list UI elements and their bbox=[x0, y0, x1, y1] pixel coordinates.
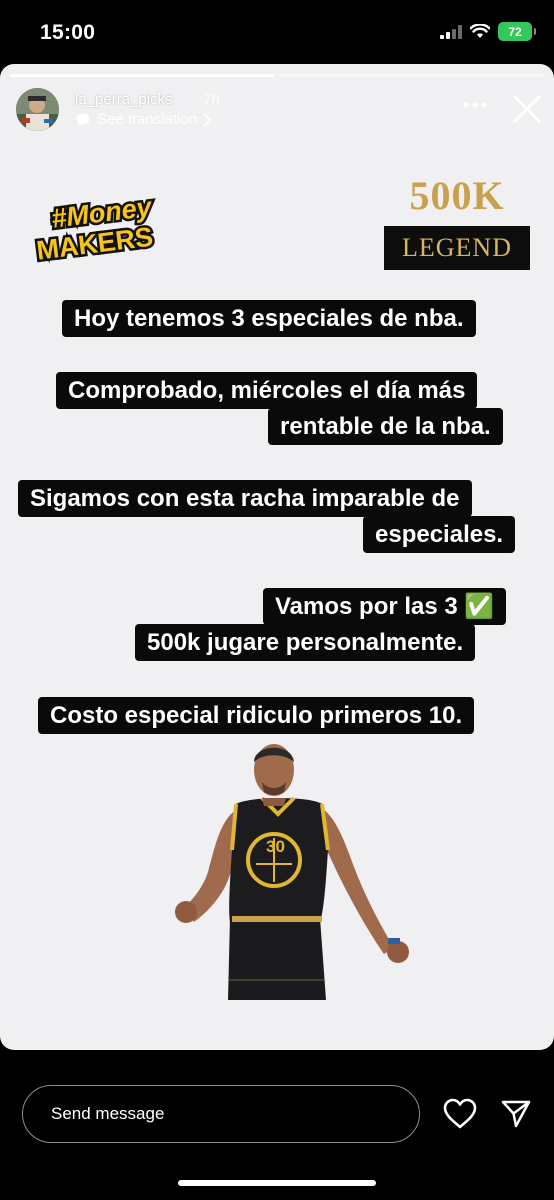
send-message-placeholder: Send message bbox=[51, 1104, 165, 1123]
status-bar: 15:00 72 bbox=[0, 0, 554, 64]
progress-segment-2 bbox=[279, 74, 544, 77]
logo-legend: LEGEND bbox=[384, 226, 530, 270]
signal-icon bbox=[440, 24, 462, 39]
logo-legend-text: LEGEND bbox=[402, 233, 512, 262]
text-block-line: Vamos por las 3 ✅ bbox=[275, 593, 495, 620]
player-sticker: 30 bbox=[175, 744, 409, 1000]
translate-icon bbox=[76, 113, 90, 126]
text-block-line: Comprobado, miércoles el día más bbox=[68, 377, 466, 404]
text-block-2-line-1: Comprobado, miércoles el día más bbox=[56, 372, 478, 409]
status-time: 15:00 bbox=[40, 21, 96, 44]
money-makers-logo: #Money MAKERS bbox=[32, 190, 157, 264]
wifi-icon bbox=[470, 24, 490, 38]
text-block-2-line-2: rentable de la nba. bbox=[268, 408, 503, 445]
more-icon[interactable] bbox=[462, 98, 488, 112]
time-ago: 7h bbox=[203, 91, 220, 108]
text-block-3-line-2: especiales. bbox=[363, 516, 516, 553]
text-block-1: Hoy tenemos 3 especiales de nba. bbox=[62, 300, 476, 337]
chevron-right-icon bbox=[204, 113, 212, 126]
close-icon[interactable] bbox=[510, 92, 544, 126]
home-indicator bbox=[178, 1180, 376, 1186]
status-icons: 72 bbox=[440, 22, 536, 41]
avatar[interactable] bbox=[16, 88, 59, 131]
jersey-number: 30 bbox=[266, 837, 285, 856]
text-block-line: Sigamos con esta racha imparable de bbox=[30, 485, 460, 512]
story-card[interactable]: la_perra_picks 7h See translation #Money… bbox=[0, 64, 554, 1050]
text-block-line: 500k jugare personalmente. bbox=[147, 629, 464, 656]
logo-500k: 500K bbox=[409, 173, 505, 218]
send-icon[interactable] bbox=[500, 1098, 532, 1130]
text-block-4-line-1: Vamos por las 3 ✅ bbox=[263, 588, 507, 625]
text-block-line: rentable de la nba. bbox=[280, 413, 491, 440]
text-block-line: especiales. bbox=[375, 521, 504, 548]
text-block-4-line-2: 500k jugare personalmente. bbox=[135, 624, 476, 661]
send-message-input[interactable]: Send message bbox=[22, 1085, 420, 1143]
text-block-line: Costo especial ridiculo primeros 10. bbox=[50, 702, 463, 729]
see-translation-label: See translation bbox=[97, 111, 198, 128]
text-block-3-line-1: Sigamos con esta racha imparable de bbox=[18, 480, 472, 517]
heart-icon[interactable] bbox=[443, 1098, 477, 1130]
see-translation-link[interactable]: See translation bbox=[75, 111, 213, 128]
battery-level: 72 bbox=[508, 24, 522, 39]
text-block-line: Hoy tenemos 3 especiales de nba. bbox=[74, 305, 464, 332]
battery-icon: 72 bbox=[498, 22, 536, 41]
progress-segment-1 bbox=[10, 74, 275, 77]
text-block-5: Costo especial ridiculo primeros 10. bbox=[38, 697, 475, 734]
username[interactable]: la_perra_picks bbox=[75, 91, 173, 108]
